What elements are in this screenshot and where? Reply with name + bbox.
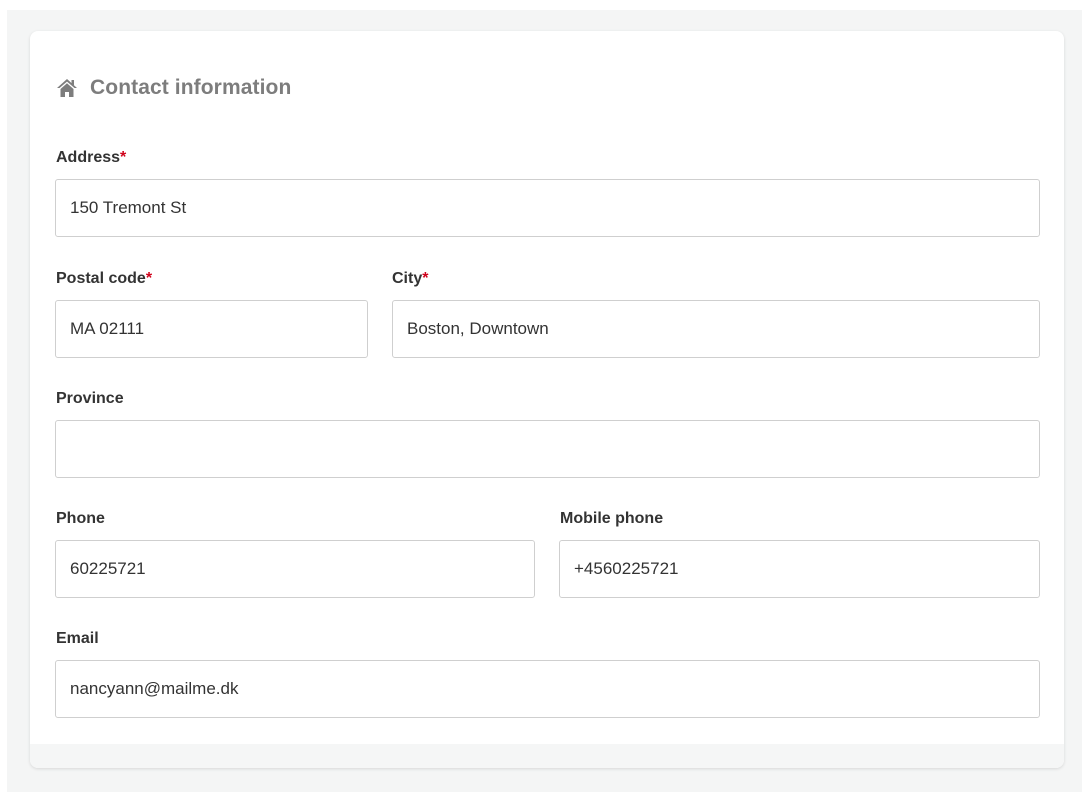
required-mark: * <box>422 270 429 287</box>
required-mark: * <box>120 149 127 166</box>
required-mark: * <box>145 270 153 287</box>
province-label: Province <box>56 389 124 409</box>
mobile-phone-input[interactable] <box>559 540 1040 598</box>
address-label-text: Address <box>56 149 121 166</box>
postal-code-label-text: Postal code <box>56 270 146 287</box>
phone-label: Phone <box>56 509 105 529</box>
address-input[interactable] <box>55 179 1040 237</box>
email-input[interactable] <box>55 660 1040 718</box>
mobile-phone-label: Mobile phone <box>560 509 663 529</box>
city-input[interactable] <box>392 300 1040 358</box>
card-title: Contact information <box>90 76 292 99</box>
email-label: Email <box>56 629 99 649</box>
mobile-phone-label-text: Mobile phone <box>560 510 664 527</box>
city-label-text: City <box>392 270 423 287</box>
phone-input[interactable] <box>55 540 535 598</box>
page-left-edge <box>0 0 7 792</box>
email-label-text: Email <box>56 630 99 647</box>
page-top-edge <box>0 0 1082 10</box>
province-label-text: Province <box>56 390 124 407</box>
contact-information-card: Contact information Address* Postal code… <box>30 31 1064 768</box>
province-input[interactable] <box>55 420 1040 478</box>
card-footer <box>30 744 1064 768</box>
postal-code-label: Postal code* <box>56 269 152 289</box>
postal-code-input[interactable] <box>55 300 368 358</box>
address-label: Address* <box>56 148 126 168</box>
home-icon <box>56 78 78 98</box>
card-header: Contact information <box>56 74 291 102</box>
city-label: City* <box>392 269 428 289</box>
phone-label-text: Phone <box>56 510 105 527</box>
